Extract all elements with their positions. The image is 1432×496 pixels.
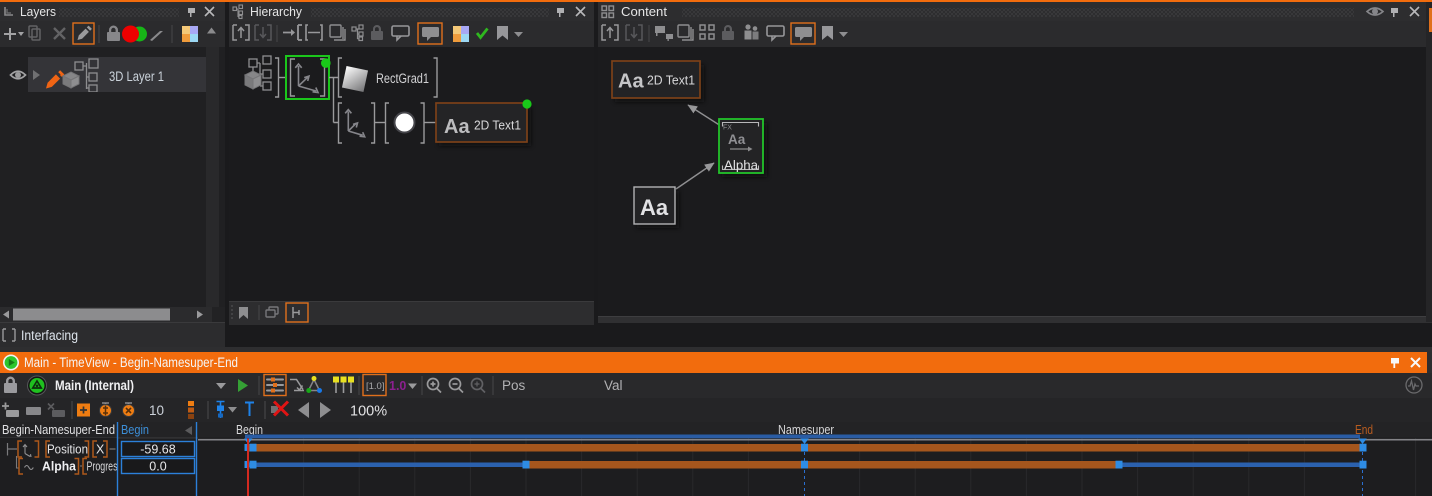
svg-text:Alpha: Alpha (42, 460, 77, 474)
svg-text:Alpha: Alpha (724, 158, 759, 173)
svg-text:X: X (96, 443, 105, 457)
svg-text:3D Layer 1: 3D Layer 1 (109, 69, 164, 84)
svg-text:2D Text1: 2D Text1 (647, 73, 695, 88)
svg-text:FX: FX (723, 125, 732, 132)
svg-text:Main - TimeView - Begin-Namesu: Main - TimeView - Begin-Namesuper-End (24, 355, 238, 370)
svg-text:10: 10 (149, 403, 164, 418)
svg-text:100%: 100% (350, 404, 387, 420)
svg-text:2D Text1: 2D Text1 (474, 118, 521, 133)
svg-text:RectGrad1: RectGrad1 (376, 71, 429, 86)
svg-text:Aa: Aa (728, 132, 746, 147)
svg-text:Aa: Aa (444, 116, 470, 138)
svg-text:Pos: Pos (502, 378, 526, 393)
svg-text:Aa: Aa (640, 195, 669, 220)
svg-text:Progres: Progres (87, 460, 118, 474)
svg-text:1.0: 1.0 (389, 379, 406, 393)
svg-text:Begin-Namesuper-End: Begin-Namesuper-End (2, 423, 115, 437)
svg-text:Val: Val (604, 378, 623, 393)
svg-text:Layers: Layers (20, 4, 56, 19)
svg-text:0.0: 0.0 (149, 460, 166, 474)
svg-text:Interfacing: Interfacing (21, 328, 78, 343)
svg-text:Hierarchy: Hierarchy (250, 4, 302, 19)
svg-text:[1.0]: [1.0] (366, 381, 385, 392)
svg-text:Position: Position (47, 443, 88, 457)
svg-text:Main (Internal): Main (Internal) (55, 378, 134, 393)
svg-text:Begin: Begin (121, 423, 149, 437)
svg-text:-59.68: -59.68 (140, 443, 175, 457)
svg-text:Aa: Aa (618, 71, 644, 93)
svg-text:Content: Content (621, 4, 667, 19)
